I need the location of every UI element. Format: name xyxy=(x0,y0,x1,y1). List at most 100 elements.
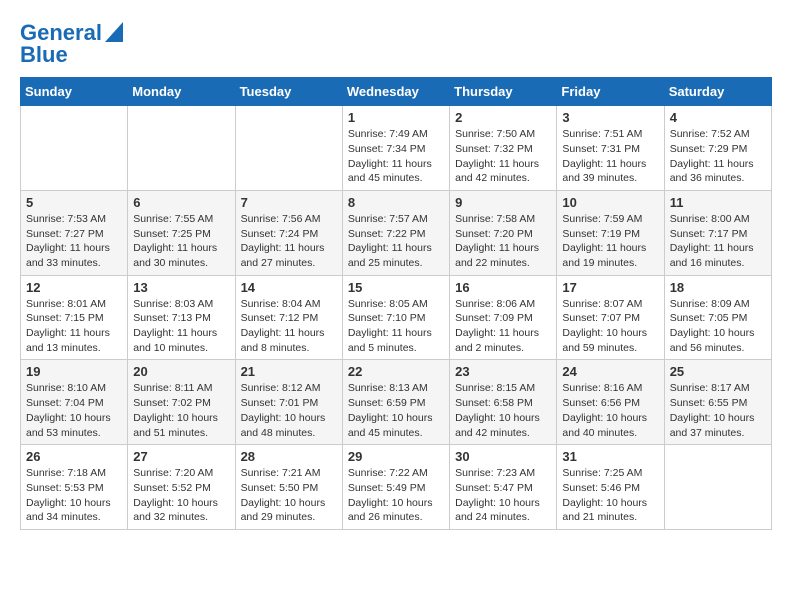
day-number: 28 xyxy=(241,449,337,464)
calendar-cell: 10 Sunrise: 7:59 AM Sunset: 7:19 PM Dayli… xyxy=(557,190,664,275)
day-number: 21 xyxy=(241,364,337,379)
day-info: Sunrise: 7:49 AM Sunset: 7:34 PM Dayligh… xyxy=(348,127,444,186)
weekday-header-thursday: Thursday xyxy=(450,78,557,106)
calendar-cell: 16 Sunrise: 8:06 AM Sunset: 7:09 PM Dayli… xyxy=(450,275,557,360)
calendar-cell: 17 Sunrise: 8:07 AM Sunset: 7:07 PM Dayli… xyxy=(557,275,664,360)
day-info: Sunrise: 7:23 AM Sunset: 5:47 PM Dayligh… xyxy=(455,466,551,525)
calendar-cell: 24 Sunrise: 8:16 AM Sunset: 6:56 PM Dayli… xyxy=(557,360,664,445)
day-info: Sunrise: 7:51 AM Sunset: 7:31 PM Dayligh… xyxy=(562,127,658,186)
calendar-cell: 30 Sunrise: 7:23 AM Sunset: 5:47 PM Dayli… xyxy=(450,445,557,530)
day-info: Sunrise: 8:05 AM Sunset: 7:10 PM Dayligh… xyxy=(348,297,444,356)
day-number: 17 xyxy=(562,280,658,295)
calendar-cell: 13 Sunrise: 8:03 AM Sunset: 7:13 PM Dayli… xyxy=(128,275,235,360)
day-info: Sunrise: 7:50 AM Sunset: 7:32 PM Dayligh… xyxy=(455,127,551,186)
day-info: Sunrise: 8:00 AM Sunset: 7:17 PM Dayligh… xyxy=(670,212,766,271)
day-number: 30 xyxy=(455,449,551,464)
calendar-cell xyxy=(664,445,771,530)
calendar-cell: 6 Sunrise: 7:55 AM Sunset: 7:25 PM Daylig… xyxy=(128,190,235,275)
calendar-week-4: 19Sunrise: 8:10 AM Sunset: 7:04 PM Dayli… xyxy=(21,360,772,445)
calendar-cell: 18 Sunrise: 8:09 AM Sunset: 7:05 PM Dayli… xyxy=(664,275,771,360)
calendar-cell: 23 Sunrise: 8:15 AM Sunset: 6:58 PM Dayli… xyxy=(450,360,557,445)
calendar-week-1: 1 Sunrise: 7:49 AM Sunset: 7:34 PM Daylig… xyxy=(21,106,772,191)
day-info: Sunrise: 8:06 AM Sunset: 7:09 PM Dayligh… xyxy=(455,297,551,356)
calendar-cell: 28 Sunrise: 7:21 AM Sunset: 5:50 PM Dayli… xyxy=(235,445,342,530)
calendar-cell: 14 Sunrise: 8:04 AM Sunset: 7:12 PM Dayli… xyxy=(235,275,342,360)
calendar-cell: 22 Sunrise: 8:13 AM Sunset: 6:59 PM Dayli… xyxy=(342,360,449,445)
calendar-cell: 27 Sunrise: 7:20 AM Sunset: 5:52 PM Dayli… xyxy=(128,445,235,530)
calendar-cell: 5Sunrise: 7:53 AM Sunset: 7:27 PM Daylig… xyxy=(21,190,128,275)
day-number: 15 xyxy=(348,280,444,295)
day-info: Sunrise: 7:21 AM Sunset: 5:50 PM Dayligh… xyxy=(241,466,337,525)
day-number: 20 xyxy=(133,364,229,379)
day-number: 14 xyxy=(241,280,337,295)
day-info: Sunrise: 8:04 AM Sunset: 7:12 PM Dayligh… xyxy=(241,297,337,356)
calendar-cell: 15 Sunrise: 8:05 AM Sunset: 7:10 PM Dayli… xyxy=(342,275,449,360)
calendar-header-row: SundayMondayTuesdayWednesdayThursdayFrid… xyxy=(21,78,772,106)
weekday-header-wednesday: Wednesday xyxy=(342,78,449,106)
calendar-cell: 1 Sunrise: 7:49 AM Sunset: 7:34 PM Daylig… xyxy=(342,106,449,191)
day-info: Sunrise: 7:53 AM Sunset: 7:27 PM Dayligh… xyxy=(26,212,122,271)
day-number: 9 xyxy=(455,195,551,210)
calendar-week-3: 12Sunrise: 8:01 AM Sunset: 7:15 PM Dayli… xyxy=(21,275,772,360)
day-info: Sunrise: 7:20 AM Sunset: 5:52 PM Dayligh… xyxy=(133,466,229,525)
calendar-cell: 11 Sunrise: 8:00 AM Sunset: 7:17 PM Dayli… xyxy=(664,190,771,275)
calendar-cell xyxy=(21,106,128,191)
day-number: 22 xyxy=(348,364,444,379)
day-number: 31 xyxy=(562,449,658,464)
calendar-week-5: 26 Sunrise: 7:18 AM Sunset: 5:53 PM Dayli… xyxy=(21,445,772,530)
day-number: 23 xyxy=(455,364,551,379)
day-number: 18 xyxy=(670,280,766,295)
day-number: 29 xyxy=(348,449,444,464)
calendar-cell: 21 Sunrise: 8:12 AM Sunset: 7:01 PM Dayli… xyxy=(235,360,342,445)
weekday-header-monday: Monday xyxy=(128,78,235,106)
day-number: 2 xyxy=(455,110,551,125)
day-info: Sunrise: 8:13 AM Sunset: 6:59 PM Dayligh… xyxy=(348,381,444,440)
logo-icon xyxy=(105,22,123,42)
day-number: 16 xyxy=(455,280,551,295)
day-info: Sunrise: 7:22 AM Sunset: 5:49 PM Dayligh… xyxy=(348,466,444,525)
day-number: 26 xyxy=(26,449,122,464)
day-number: 6 xyxy=(133,195,229,210)
day-info: Sunrise: 8:12 AM Sunset: 7:01 PM Dayligh… xyxy=(241,381,337,440)
day-number: 11 xyxy=(670,195,766,210)
day-number: 8 xyxy=(348,195,444,210)
calendar-cell: 19Sunrise: 8:10 AM Sunset: 7:04 PM Dayli… xyxy=(21,360,128,445)
weekday-header-sunday: Sunday xyxy=(21,78,128,106)
day-number: 3 xyxy=(562,110,658,125)
day-number: 19 xyxy=(26,364,122,379)
calendar-cell: 9 Sunrise: 7:58 AM Sunset: 7:20 PM Daylig… xyxy=(450,190,557,275)
calendar-week-2: 5Sunrise: 7:53 AM Sunset: 7:27 PM Daylig… xyxy=(21,190,772,275)
calendar-cell: 25Sunrise: 8:17 AM Sunset: 6:55 PM Dayli… xyxy=(664,360,771,445)
calendar-cell xyxy=(235,106,342,191)
calendar-cell: 8 Sunrise: 7:57 AM Sunset: 7:22 PM Daylig… xyxy=(342,190,449,275)
day-number: 25 xyxy=(670,364,766,379)
day-number: 27 xyxy=(133,449,229,464)
day-info: Sunrise: 7:55 AM Sunset: 7:25 PM Dayligh… xyxy=(133,212,229,271)
weekday-header-tuesday: Tuesday xyxy=(235,78,342,106)
calendar-body: 1 Sunrise: 7:49 AM Sunset: 7:34 PM Daylig… xyxy=(21,106,772,530)
day-number: 24 xyxy=(562,364,658,379)
logo: General Blue xyxy=(20,20,123,67)
day-info: Sunrise: 7:57 AM Sunset: 7:22 PM Dayligh… xyxy=(348,212,444,271)
weekday-header-friday: Friday xyxy=(557,78,664,106)
calendar-cell: 20Sunrise: 8:11 AM Sunset: 7:02 PM Dayli… xyxy=(128,360,235,445)
day-number: 7 xyxy=(241,195,337,210)
day-info: Sunrise: 7:58 AM Sunset: 7:20 PM Dayligh… xyxy=(455,212,551,271)
day-number: 10 xyxy=(562,195,658,210)
day-info: Sunrise: 8:03 AM Sunset: 7:13 PM Dayligh… xyxy=(133,297,229,356)
calendar-table: SundayMondayTuesdayWednesdayThursdayFrid… xyxy=(20,77,772,530)
day-info: Sunrise: 7:18 AM Sunset: 5:53 PM Dayligh… xyxy=(26,466,122,525)
day-info: Sunrise: 7:25 AM Sunset: 5:46 PM Dayligh… xyxy=(562,466,658,525)
day-info: Sunrise: 8:16 AM Sunset: 6:56 PM Dayligh… xyxy=(562,381,658,440)
day-info: Sunrise: 7:59 AM Sunset: 7:19 PM Dayligh… xyxy=(562,212,658,271)
calendar-cell: 26 Sunrise: 7:18 AM Sunset: 5:53 PM Dayli… xyxy=(21,445,128,530)
day-number: 13 xyxy=(133,280,229,295)
day-info: Sunrise: 8:07 AM Sunset: 7:07 PM Dayligh… xyxy=(562,297,658,356)
day-info: Sunrise: 8:09 AM Sunset: 7:05 PM Dayligh… xyxy=(670,297,766,356)
day-info: Sunrise: 8:15 AM Sunset: 6:58 PM Dayligh… xyxy=(455,381,551,440)
calendar-cell xyxy=(128,106,235,191)
page-header: General Blue xyxy=(20,20,772,67)
logo-blue-text: Blue xyxy=(20,43,68,67)
day-number: 1 xyxy=(348,110,444,125)
day-info: Sunrise: 8:01 AM Sunset: 7:15 PM Dayligh… xyxy=(26,297,122,356)
